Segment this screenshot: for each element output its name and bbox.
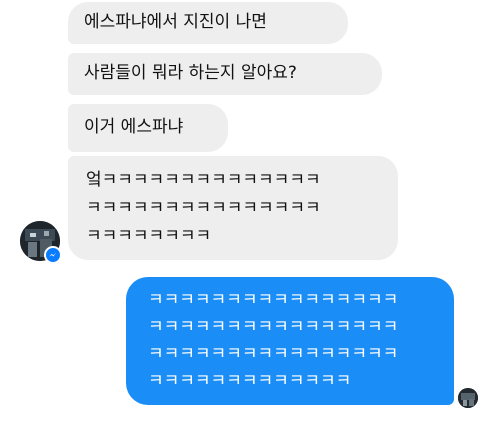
read-receipt-avatar — [458, 388, 478, 408]
incoming-message[interactable]: 엌ㅋㅋㅋㅋㅋㅋㅋㅋㅋㅋㅋㅋㅋㅋ ㅋㅋㅋㅋㅋㅋㅋㅋㅋㅋㅋㅋㅋㅋㅋ ㅋㅋㅋㅋㅋㅋㅋㅋ — [68, 156, 398, 260]
incoming-message[interactable]: 에스파냐에서 지진이 나면 — [68, 2, 348, 44]
incoming-message[interactable]: 사람들이 뭐라 하는지 알아요? — [68, 53, 382, 95]
outgoing-message[interactable]: ㅋㅋㅋㅋㅋㅋㅋㅋㅋㅋㅋㅋㅋㅋㅋㅋ ㅋㅋㅋㅋㅋㅋㅋㅋㅋㅋㅋㅋㅋㅋㅋㅋ ㅋㅋㅋㅋㅋㅋ… — [126, 277, 454, 405]
message-thread: 에스파냐에서 지진이 나면 사람들이 뭐라 하는지 알아요? 이거 에스파냐 엌… — [0, 0, 480, 446]
profile-photo-icon — [458, 388, 478, 408]
messenger-icon — [44, 246, 62, 264]
incoming-message[interactable]: 이거 에스파냐 — [68, 104, 228, 152]
